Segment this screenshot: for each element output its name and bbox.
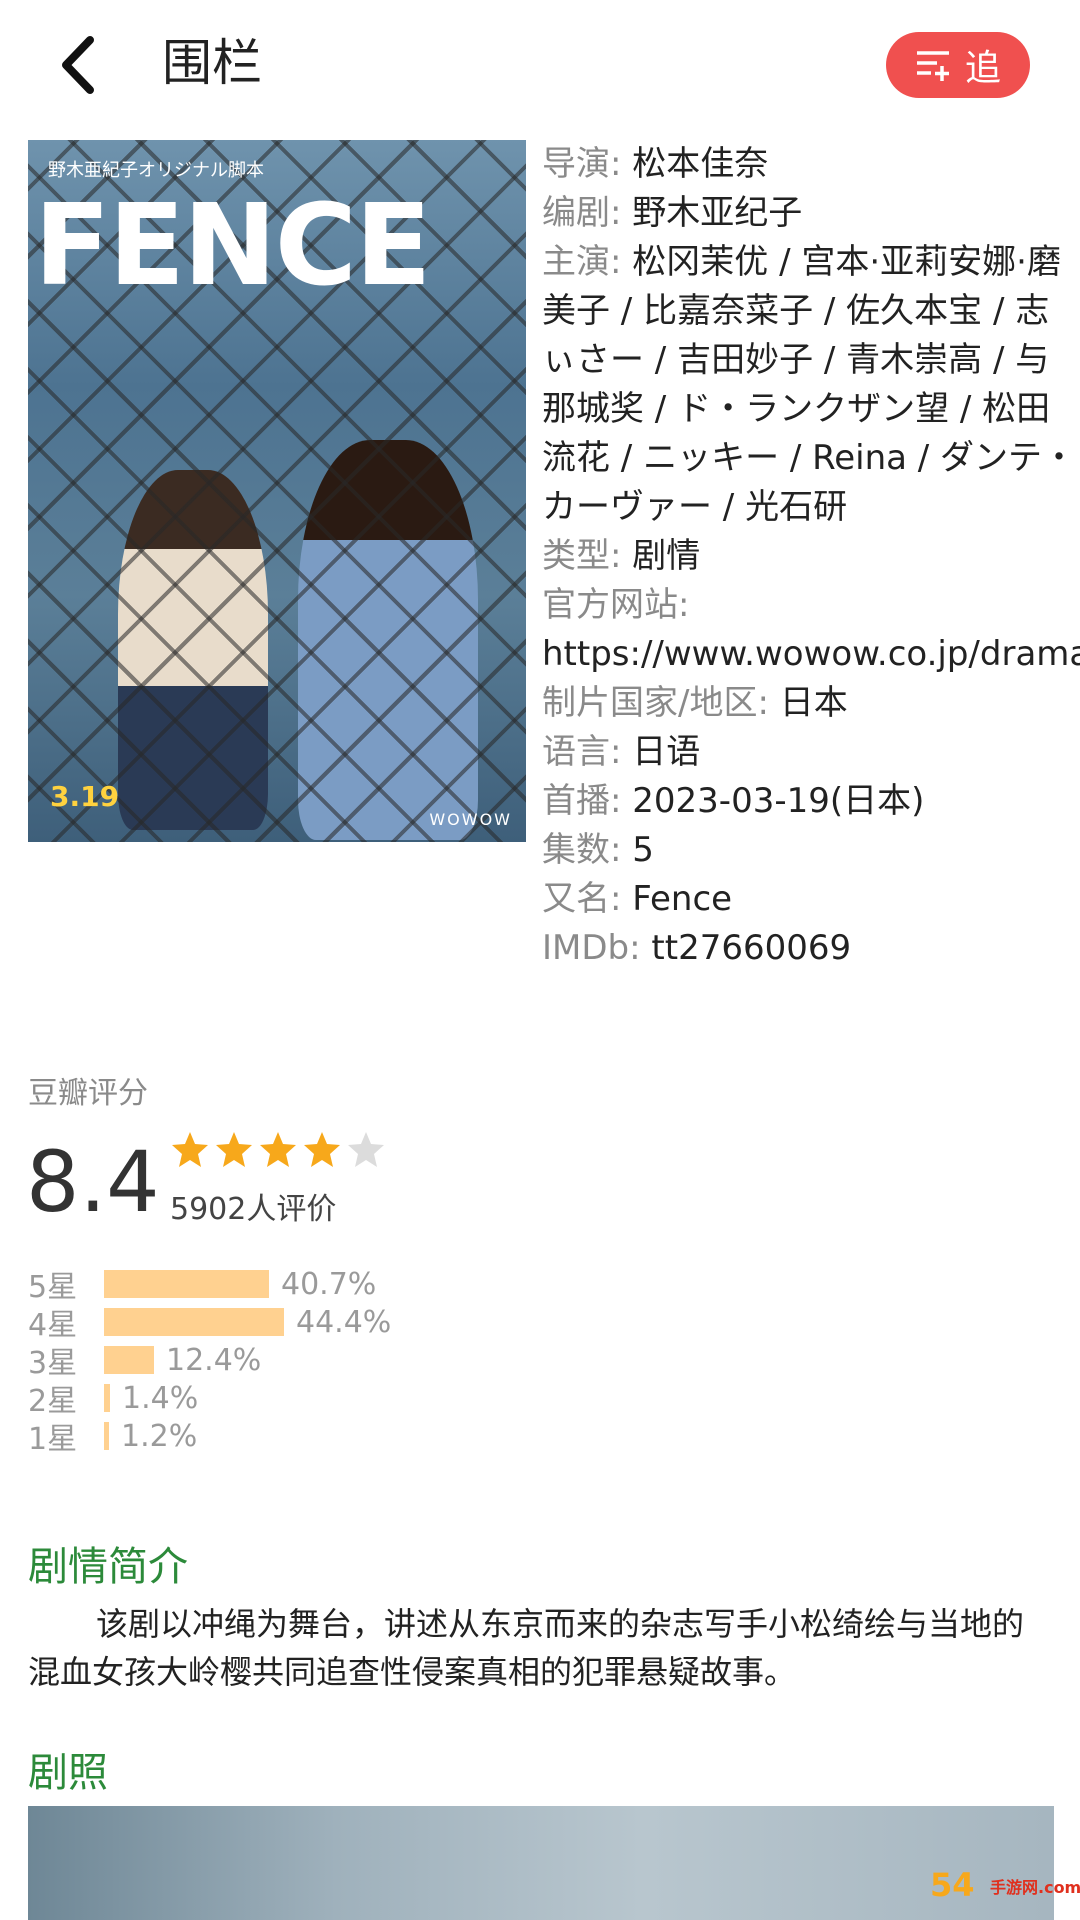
- rating-bar-label: 1星: [28, 1422, 78, 1457]
- director-row: 导演: 松本佳奈: [542, 140, 1080, 189]
- genre-row: 类型: 剧情: [542, 532, 1080, 581]
- rating-stars: [170, 1130, 386, 1170]
- rating-bar: [104, 1270, 269, 1298]
- rating-bar: [104, 1346, 154, 1374]
- episodes-label: 集数:: [542, 830, 622, 870]
- language-value: 日语: [632, 732, 701, 772]
- aka-value: Fence: [632, 879, 733, 919]
- stills-title: 剧照: [28, 1750, 108, 1796]
- rating-bar: [104, 1308, 284, 1336]
- language-label: 语言:: [542, 732, 622, 772]
- rating-bar-percent: 40.7%: [281, 1266, 377, 1302]
- premiere-label: 首播:: [542, 781, 622, 821]
- rating-bar-row: 1星 1.2%: [28, 1418, 628, 1458]
- poster-image[interactable]: 野木亜紀子オリジナル脚本 FENCE 3.19 WOWOW: [28, 140, 526, 842]
- rating-bar-row: 4星 44.4%: [28, 1304, 628, 1344]
- add-to-list-icon: [916, 51, 949, 81]
- poster-brand: WOWOW: [429, 810, 512, 829]
- country-label: 制片国家/地区:: [542, 683, 769, 723]
- rating-votes[interactable]: 5902人评价: [170, 1184, 336, 1228]
- watermark-logo: 54 手游网.com.cn: [930, 1866, 1080, 1904]
- follow-label: 追: [964, 48, 1001, 89]
- rating-bar-percent: 44.4%: [296, 1304, 392, 1340]
- rating-score: 8.4: [26, 1133, 160, 1231]
- synopsis-title: 剧情简介: [28, 1544, 188, 1590]
- imdb-value[interactable]: tt27660069: [651, 928, 851, 968]
- rating-label: 豆瓣评分: [28, 1076, 148, 1111]
- top-bar: 围栏 追: [0, 0, 1080, 130]
- premiere-value: 2023-03-19(日本): [632, 781, 925, 821]
- country-row: 制片国家/地区: 日本: [542, 679, 1080, 728]
- rating-bar: [104, 1422, 109, 1450]
- synopsis-text: 该剧以冲绳为舞台，讲述从东京而来的杂志写手小松绮绘与当地的混血女孩大岭樱共同追查…: [28, 1605, 1025, 1691]
- aka-label: 又名:: [542, 879, 622, 919]
- rating-bar-row: 5星 40.7%: [28, 1266, 628, 1306]
- watermark-main: 54: [930, 1866, 975, 1904]
- cast-value[interactable]: 松冈茉优 / 宫本·亚莉安娜·磨美子 / 比嘉奈菜子 / 佐久本宝 / 志ぃさー…: [542, 242, 1076, 527]
- star-filled-icon: [304, 1132, 340, 1167]
- imdb-row: IMDb: tt27660069: [542, 924, 1080, 973]
- star-filled-icon: [172, 1132, 208, 1167]
- director-value[interactable]: 松本佳奈: [632, 144, 768, 184]
- chevron-left-icon: [62, 36, 94, 94]
- poster-date: 3.19: [50, 780, 120, 813]
- still-image[interactable]: [28, 1806, 1054, 1920]
- rating-bar-percent: 12.4%: [166, 1342, 262, 1378]
- info-panel: 导演: 松本佳奈 编剧: 野木亚纪子 主演: 松冈茉优 / 宫本·亚莉安娜·磨美…: [542, 140, 1080, 973]
- poster-subtitle: 野木亜紀子オリジナル脚本: [48, 160, 264, 181]
- genre-value: 剧情: [632, 536, 701, 576]
- rating-bar-percent: 1.2%: [121, 1418, 198, 1454]
- genre-label: 类型:: [542, 536, 622, 576]
- website-label: 官方网站:: [542, 585, 690, 625]
- website-link-row: https://www.wowow.co.jp/drama: [542, 630, 1080, 679]
- star-empty-icon: [348, 1132, 384, 1167]
- writer-value[interactable]: 野木亚纪子: [632, 193, 802, 233]
- follow-button[interactable]: 追: [886, 32, 1030, 98]
- episodes-value: 5: [632, 830, 654, 870]
- country-value: 日本: [779, 683, 848, 723]
- page-title: 围栏: [162, 34, 262, 92]
- star-filled-icon: [260, 1132, 296, 1167]
- language-row: 语言: 日语: [542, 728, 1080, 777]
- episodes-row: 集数: 5: [542, 826, 1080, 875]
- cast-label: 主演:: [542, 242, 622, 282]
- poster-title: FENCE: [34, 181, 431, 311]
- imdb-label: IMDb:: [542, 928, 641, 968]
- director-label: 导演:: [542, 144, 622, 184]
- back-button[interactable]: [48, 30, 108, 100]
- rating-bar-row: 2星 1.4%: [28, 1380, 628, 1420]
- rating-bar-percent: 1.4%: [122, 1380, 199, 1416]
- writer-label: 编剧:: [542, 193, 622, 233]
- star-filled-icon: [216, 1132, 252, 1167]
- website-row: 官方网站:: [542, 581, 1080, 630]
- rating-bar-row: 3星 12.4%: [28, 1342, 628, 1382]
- premiere-row: 首播: 2023-03-19(日本): [542, 777, 1080, 826]
- rating-bar: [104, 1384, 110, 1412]
- writer-row: 编剧: 野木亚纪子: [542, 189, 1080, 238]
- website-link[interactable]: https://www.wowow.co.jp/drama: [542, 634, 1080, 674]
- aka-row: 又名: Fence: [542, 875, 1080, 924]
- watermark-sub: 手游网.com.cn: [990, 1878, 1080, 1897]
- cast-row: 主演: 松冈茉优 / 宫本·亚莉安娜·磨美子 / 比嘉奈菜子 / 佐久本宝 / …: [542, 238, 1080, 532]
